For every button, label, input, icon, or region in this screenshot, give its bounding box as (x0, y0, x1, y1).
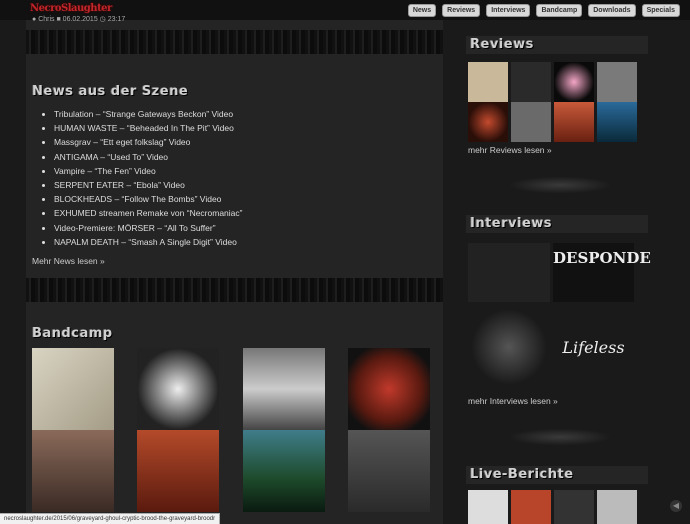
nav-interviews[interactable]: Interviews (486, 4, 531, 17)
scroll-left-icon[interactable]: ◀ (670, 500, 682, 512)
news-item[interactable]: ANTIGAMA – “Used To” Video (54, 150, 242, 164)
news-item[interactable]: SERPENT EATER – “Ebola” Video (54, 178, 242, 192)
more-interviews-link[interactable]: mehr Interviews lesen » (468, 396, 558, 406)
news-item[interactable]: NAPALM DEATH – “Smash A Single Digit” Vi… (54, 235, 242, 249)
post-time: 23:17 (107, 16, 126, 23)
live-report-image[interactable] (554, 490, 594, 524)
news-item[interactable]: Tribulation – “Strange Gateways Beckon” … (54, 107, 242, 121)
bandcamp-album-cover[interactable] (348, 348, 430, 430)
news-list: Tribulation – “Strange Gateways Beckon” … (40, 107, 242, 249)
live-report-image[interactable] (511, 490, 551, 524)
nav-bandcamp[interactable]: Bandcamp (536, 4, 583, 17)
news-item[interactable]: Vampire – “The Fen” Video (54, 164, 242, 178)
site-logo[interactable]: NecroSlaughter (30, 3, 112, 14)
interview-image[interactable] (468, 306, 550, 388)
bandcamp-album-cover[interactable] (243, 430, 325, 512)
news-item[interactable]: EXHUMED streamen Remake von “Necromaniac… (54, 206, 242, 220)
clock-icon: ◷ (99, 16, 106, 23)
review-cover[interactable] (468, 62, 508, 102)
news-item[interactable]: Video-Premiere: MÖRSER – “All To Suffer” (54, 221, 242, 235)
live-report-image[interactable] (468, 490, 508, 524)
review-cover[interactable] (554, 62, 594, 102)
live-section-title: Live-Berichte (470, 467, 574, 482)
main-nav: News Reviews Interviews Bandcamp Downloa… (407, 4, 680, 17)
reviews-section-title: Reviews (470, 37, 534, 52)
review-cover[interactable] (511, 102, 551, 142)
live-report-image[interactable] (597, 490, 637, 524)
nav-reviews[interactable]: Reviews (442, 4, 481, 17)
review-cover[interactable] (597, 62, 637, 102)
news-item[interactable]: BLOCKHEADS – “Follow The Bombs” Video (54, 192, 242, 206)
bandcamp-album-cover[interactable] (137, 430, 219, 512)
news-section-title: News aus der Szene (32, 84, 189, 99)
review-cover[interactable] (468, 102, 508, 142)
more-news-link[interactable]: Mehr News lesen » (32, 256, 105, 266)
status-url-bar: necroslaughter.de/2015/06/graveyard-ghou… (0, 513, 221, 524)
interviews-section-title: Interviews (470, 216, 553, 231)
nav-news[interactable]: News (407, 4, 437, 17)
interview-image[interactable]: DESPONDE (553, 243, 651, 302)
ornament-divider (500, 427, 620, 447)
interview-logo-text: Lifeless (562, 338, 625, 357)
review-cover[interactable] (554, 102, 594, 142)
grunge-divider (26, 30, 443, 54)
bandcamp-album-cover[interactable] (32, 430, 114, 512)
more-reviews-link[interactable]: mehr Reviews lesen » (468, 145, 552, 155)
interview-logo-text: DESPONDE (553, 249, 651, 267)
post-date: 06.02.2015 (62, 16, 98, 23)
bandcamp-album-cover[interactable] (243, 348, 325, 430)
post-meta: ● Chris ■ 06.02.2015 ◷ 23:17 (32, 15, 125, 23)
review-cover[interactable] (597, 102, 637, 142)
news-item[interactable]: HUMAN WASTE – “Beheaded In The Pit” Vide… (54, 121, 242, 135)
ornament-divider (500, 175, 620, 195)
review-cover[interactable] (511, 62, 551, 102)
bandcamp-album-cover[interactable] (32, 348, 114, 430)
nav-specials[interactable]: Specials (641, 4, 680, 17)
interview-image[interactable]: Lifeless (553, 320, 634, 375)
interview-image[interactable] (468, 243, 550, 302)
calendar-icon: ■ (56, 16, 61, 23)
bandcamp-album-cover[interactable] (137, 348, 219, 430)
grunge-divider (26, 278, 443, 302)
news-item[interactable]: Massgrav – “Ett eget folkslag” Video (54, 135, 242, 149)
bandcamp-album-cover[interactable] (348, 430, 430, 512)
post-author[interactable]: Chris (38, 16, 54, 23)
nav-downloads[interactable]: Downloads (588, 4, 636, 17)
user-icon: ● (32, 16, 37, 23)
bandcamp-section-title: Bandcamp (32, 326, 113, 341)
